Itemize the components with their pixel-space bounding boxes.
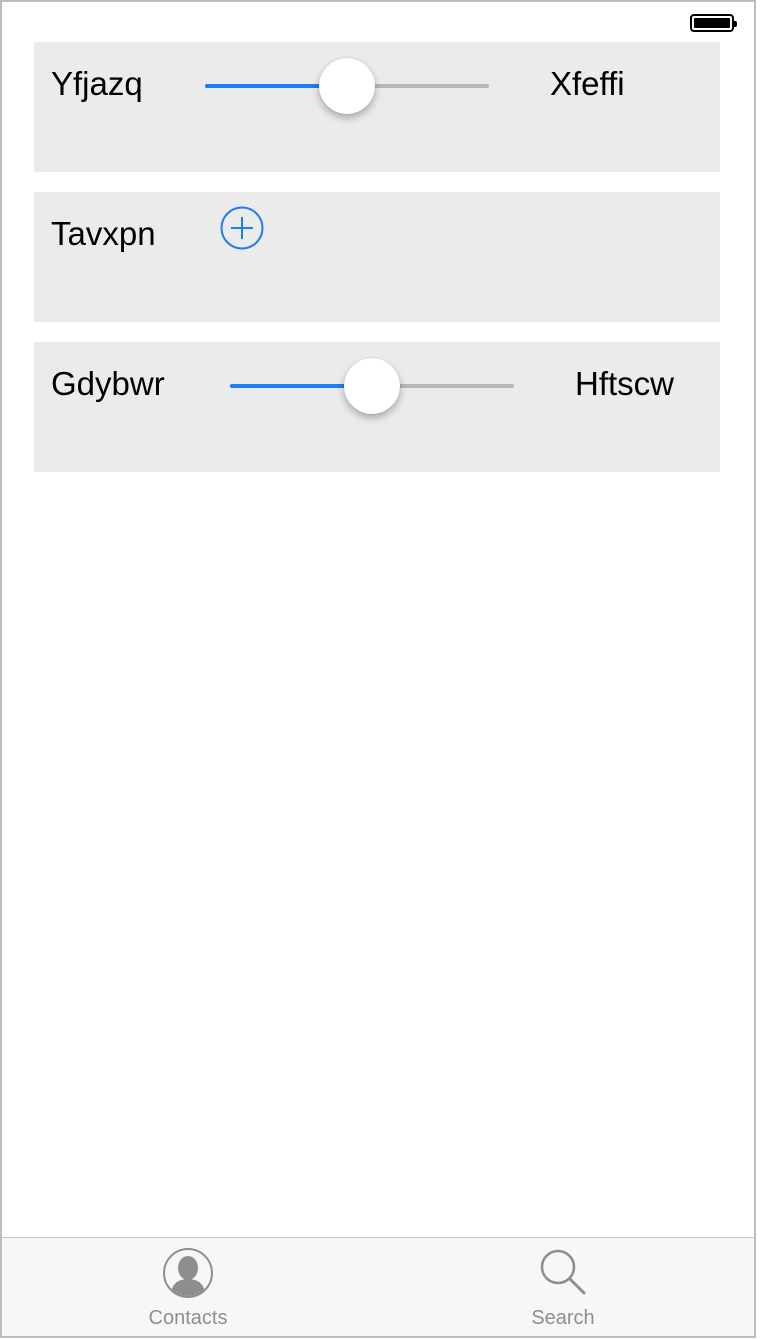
tab-bar: Contacts Search: [2, 1237, 754, 1336]
status-bar: [2, 2, 754, 42]
add-button[interactable]: [220, 206, 264, 250]
slider-row-yfjazq: Yfjazq Xfeffi: [34, 42, 720, 172]
tab-contacts-label: Contacts: [148, 1307, 228, 1329]
battery-icon: [690, 14, 737, 32]
slider-right-label: Hftscw: [575, 365, 674, 402]
magnifier-icon: [540, 1249, 586, 1295]
tab-search[interactable]: Search: [463, 1238, 663, 1336]
slider-left-label: Yfjazq: [51, 65, 143, 102]
slider-row-gdybwr: Gdybwr Hftscw: [34, 342, 720, 472]
slider-yfjazq[interactable]: [205, 58, 489, 114]
slider-right-label: Xfeffi: [550, 65, 625, 102]
slider-left-label: Gdybwr: [51, 365, 165, 402]
tab-search-label: Search: [531, 1307, 595, 1329]
plus-circle-icon: [220, 206, 264, 250]
slider-gdybwr[interactable]: [230, 358, 514, 414]
add-row-tavxpn: Tavxpn: [34, 192, 720, 322]
contact-person-icon: [163, 1248, 213, 1298]
add-row-label: Tavxpn: [51, 215, 156, 252]
slider-thumb[interactable]: [344, 358, 400, 414]
slider-thumb[interactable]: [319, 58, 375, 114]
device-screen: Yfjazq Xfeffi Tavxpn Gdybwr Hftscw Conta…: [0, 0, 756, 1338]
tab-contacts[interactable]: Contacts: [88, 1238, 288, 1336]
